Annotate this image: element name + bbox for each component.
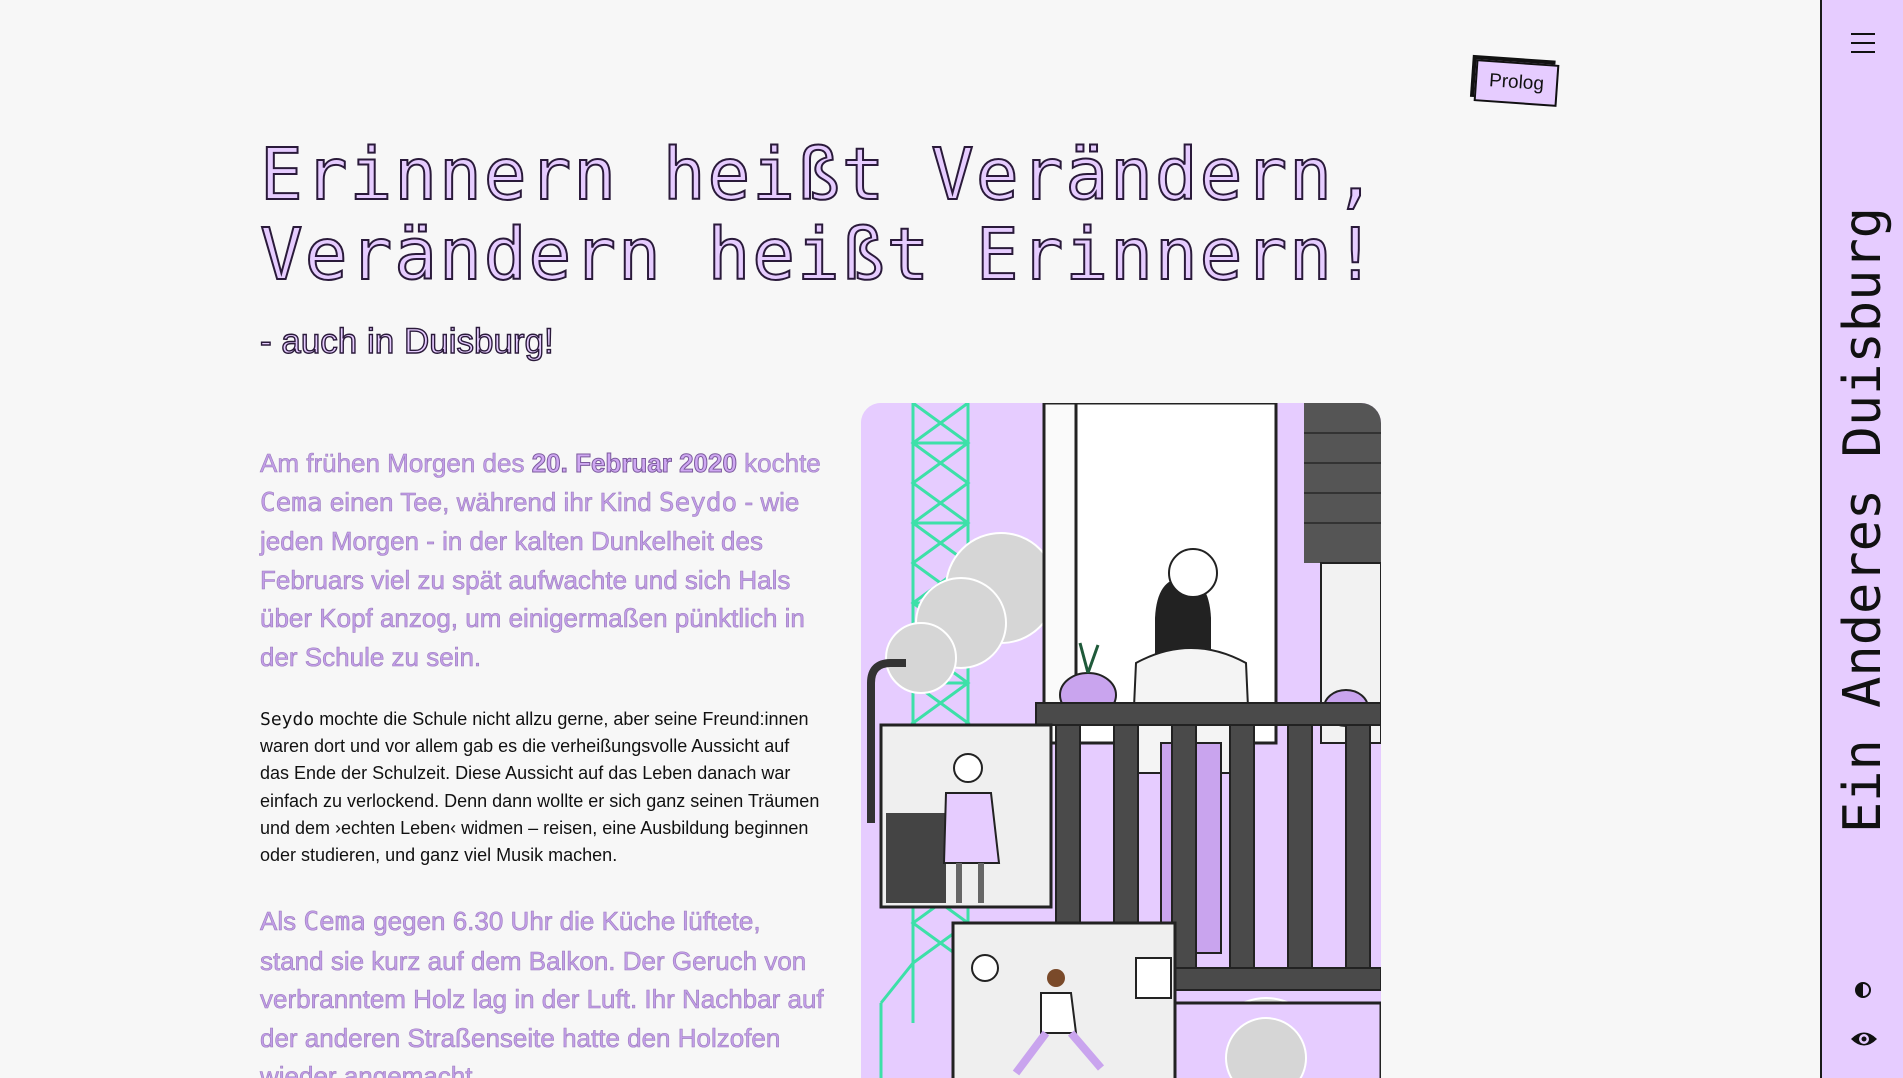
- inset-dancing-person: [951, 921, 1177, 1078]
- page-title: Erinnern heißt Verändern, Verändern heiß…: [259, 133, 1379, 296]
- headline-line-2: Verändern heißt Erinnern!: [259, 213, 1379, 296]
- person-name-cema: Cema: [260, 487, 323, 518]
- text-run: einen Tee, während ihr Kind: [322, 486, 659, 517]
- story-illustration: [861, 403, 1381, 1078]
- intro-paragraph: Am frühen Morgen des 20. Februar 2020 ko…: [260, 444, 830, 676]
- balcony-scene-image: [861, 403, 1381, 1078]
- body-paragraph: Seydo mochte die Schule nicht allzu gern…: [260, 706, 820, 869]
- person-name-seydo: Seydo: [658, 487, 738, 518]
- sidebar: Ein Anderes Duisburg: [1820, 0, 1903, 1078]
- date-highlight: 20. Februar 2020: [531, 448, 737, 479]
- hamburger-menu-icon[interactable]: [1851, 33, 1875, 53]
- text-run: mochte die Schule nicht allzu gerne, abe…: [260, 709, 820, 866]
- eye-icon[interactable]: [1850, 1030, 1878, 1048]
- person-name-cema: Cema: [303, 907, 366, 938]
- prolog-chapter-link[interactable]: Prolog: [1473, 59, 1560, 107]
- story-paragraph: Als Cema gegen 6.30 Uhr die Küche lüftet…: [260, 902, 830, 1078]
- text-run: Am frühen Morgen des: [260, 448, 532, 479]
- page-subtitle: - auch in Duisburg!: [259, 321, 554, 361]
- main-content: Prolog Erinnern heißt Verändern, Verände…: [0, 0, 1818, 1078]
- text-run: kochte: [736, 448, 821, 479]
- text-run: Als: [260, 906, 304, 937]
- contrast-toggle-icon[interactable]: [1855, 982, 1871, 998]
- inset-man-at-stove: [879, 723, 1053, 909]
- site-title[interactable]: Ein Anderes Duisburg: [1830, 207, 1896, 833]
- site-title-label: Ein Anderes Duisburg: [1833, 206, 1893, 834]
- person-name-seydo: Seydo: [260, 709, 315, 730]
- headline-line-1: Erinnern heißt Verändern,: [259, 133, 1379, 216]
